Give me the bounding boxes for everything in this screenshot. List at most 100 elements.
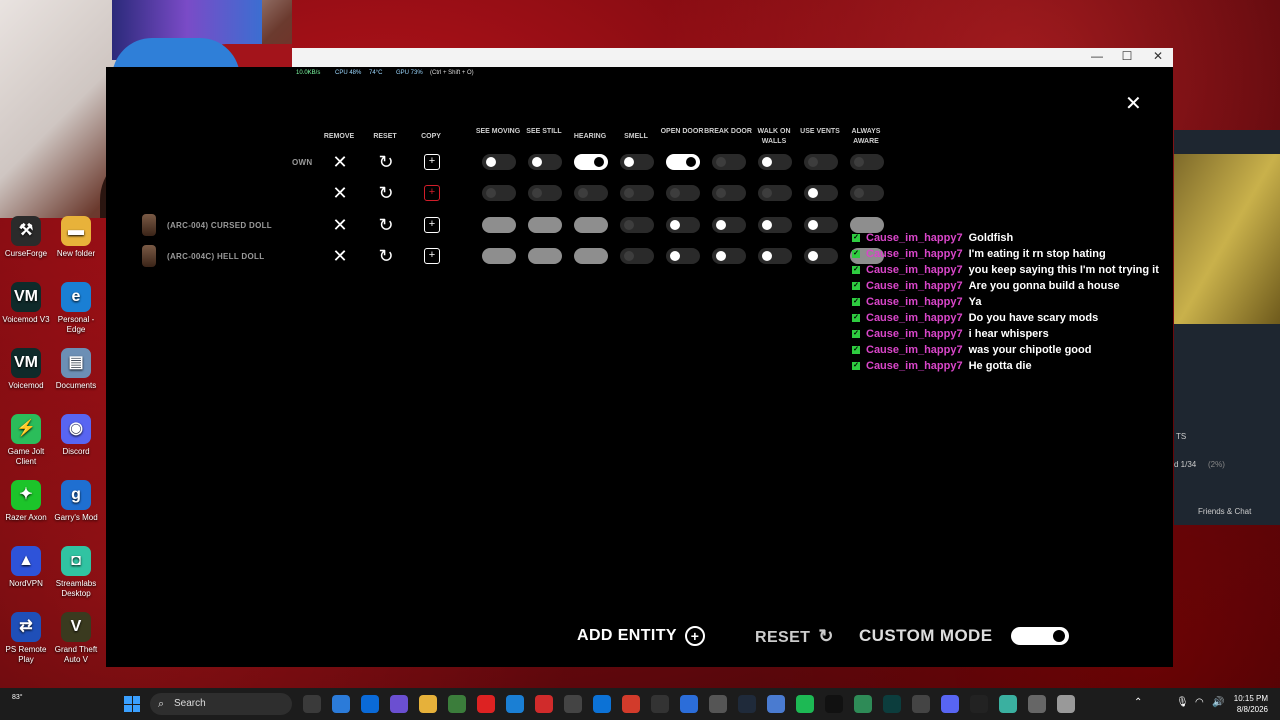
capability-toggle[interactable] (758, 154, 792, 170)
capability-toggle[interactable] (666, 217, 700, 233)
maximize-button[interactable]: ☐ (1112, 49, 1142, 63)
reset-entity-icon[interactable]: ↻ (374, 216, 398, 234)
taskbar-app-icon[interactable] (970, 695, 988, 713)
copy-entity-icon[interactable]: + (424, 154, 440, 170)
window-close-button[interactable]: ✕ (1143, 49, 1173, 63)
remove-entity-icon[interactable]: ✕ (328, 184, 352, 202)
taskbar-app-icon[interactable] (651, 695, 669, 713)
capability-toggle[interactable] (712, 248, 746, 264)
capability-toggle[interactable] (666, 154, 700, 170)
capability-toggle[interactable] (712, 217, 746, 233)
remove-entity-icon[interactable]: ✕ (328, 247, 352, 265)
taskbar-app-icon[interactable] (564, 695, 582, 713)
remove-entity-icon[interactable]: ✕ (328, 216, 352, 234)
taskbar-app-icon[interactable] (593, 695, 611, 713)
copy-entity-icon[interactable]: + (424, 217, 440, 233)
taskbar-app-icon[interactable] (854, 695, 872, 713)
wifi-icon[interactable]: ◠ (1195, 697, 1204, 708)
desktop-icon[interactable]: ◘ Streamlabs Desktop (50, 546, 102, 599)
capability-toggle[interactable] (804, 248, 838, 264)
volume-icon[interactable]: 🔊 (1212, 697, 1224, 708)
taskbar-app-icon[interactable] (709, 695, 727, 713)
capability-toggle[interactable] (712, 154, 746, 170)
taskbar-app-icon[interactable] (1057, 695, 1075, 713)
capability-toggle[interactable] (804, 217, 838, 233)
capability-toggle[interactable] (482, 185, 516, 201)
capability-toggle[interactable] (850, 154, 884, 170)
taskbar-app-icon[interactable] (535, 695, 553, 713)
capability-toggle[interactable] (574, 248, 608, 264)
capability-toggle[interactable] (528, 217, 562, 233)
mic-icon[interactable]: 🎙 (1176, 697, 1189, 708)
remove-entity-icon[interactable]: ✕ (328, 153, 352, 171)
taskbar-app-icon[interactable] (332, 695, 350, 713)
desktop-icon[interactable]: ▤ Documents (50, 348, 102, 391)
taskbar-search[interactable]: ⌕ Search (150, 693, 292, 715)
desktop-icon[interactable]: e Personal - Edge (50, 282, 102, 335)
desktop-icon[interactable]: ◉ Discord (50, 414, 102, 457)
reset-entity-icon[interactable]: ↻ (374, 247, 398, 265)
desktop-icon[interactable]: ▲ NordVPN (0, 546, 52, 589)
taskbar-app-icon[interactable] (448, 695, 466, 713)
capability-toggle[interactable] (666, 248, 700, 264)
taskbar-app-icon[interactable] (622, 695, 640, 713)
capability-toggle[interactable] (574, 185, 608, 201)
add-entity-button[interactable]: ADD ENTITY + (577, 626, 705, 646)
desktop-icon[interactable]: V Grand Theft Auto V (50, 612, 102, 665)
capability-toggle[interactable] (620, 248, 654, 264)
taskbar-app-icon[interactable] (1028, 695, 1046, 713)
capability-toggle[interactable] (758, 217, 792, 233)
desktop-icon[interactable]: ⇄ PS Remote Play (0, 612, 52, 665)
capability-toggle[interactable] (528, 185, 562, 201)
capability-toggle[interactable] (758, 185, 792, 201)
copy-entity-icon[interactable]: + (424, 185, 440, 201)
desktop-icon[interactable]: g Garry's Mod (50, 480, 102, 523)
desktop-icon[interactable]: VM Voicemod V3 (0, 282, 52, 325)
taskbar-app-icon[interactable] (825, 695, 843, 713)
taskbar-app-icon[interactable] (680, 695, 698, 713)
taskbar-app-icon[interactable] (999, 695, 1017, 713)
custom-mode-toggle[interactable] (1011, 627, 1069, 645)
capability-toggle[interactable] (666, 185, 700, 201)
taskbar-app-icon[interactable] (419, 695, 437, 713)
capability-toggle[interactable] (620, 217, 654, 233)
capability-toggle[interactable] (712, 185, 746, 201)
capability-toggle[interactable] (574, 217, 608, 233)
capability-toggle[interactable] (620, 154, 654, 170)
desktop-icon[interactable]: ▬ New folder (50, 216, 102, 259)
desktop-icon[interactable]: ✦ Razer Axon (0, 480, 52, 523)
reset-all-button[interactable]: RESET ↻ (755, 626, 834, 647)
taskbar-app-icon[interactable] (796, 695, 814, 713)
desktop-icon[interactable]: ⚒ CurseForge (0, 216, 52, 259)
capability-toggle[interactable] (482, 217, 516, 233)
taskbar-app-icon[interactable] (912, 695, 930, 713)
taskbar-app-icon[interactable] (738, 695, 756, 713)
capability-toggle[interactable] (804, 154, 838, 170)
copy-entity-icon[interactable]: + (424, 248, 440, 264)
taskbar-app-icon[interactable] (883, 695, 901, 713)
capability-toggle[interactable] (850, 185, 884, 201)
taskbar-app-icon[interactable] (390, 695, 408, 713)
desktop-icon[interactable]: ⚡ Game Jolt Client (0, 414, 52, 467)
capability-toggle[interactable] (482, 248, 516, 264)
weather-widget[interactable]: 83° (12, 694, 23, 701)
taskbar-app-icon[interactable] (361, 695, 379, 713)
capability-toggle[interactable] (574, 154, 608, 170)
desktop-icon[interactable]: VM Voicemod (0, 348, 52, 391)
tray-chevron-icon[interactable]: ⌃ (1134, 697, 1142, 708)
capability-toggle[interactable] (482, 154, 516, 170)
taskbar-app-icon[interactable] (767, 695, 785, 713)
start-button[interactable] (124, 696, 140, 712)
taskbar-app-icon[interactable] (506, 695, 524, 713)
friends-chat-link[interactable]: Friends & Chat (1198, 507, 1251, 516)
capability-toggle[interactable] (528, 248, 562, 264)
taskbar-app-icon[interactable] (303, 695, 321, 713)
clock[interactable]: 10:15 PM 8/8/2026 (1234, 693, 1268, 715)
minimize-button[interactable]: — (1082, 49, 1112, 63)
capability-toggle[interactable] (804, 185, 838, 201)
capability-toggle[interactable] (758, 248, 792, 264)
taskbar-app-icon[interactable] (941, 695, 959, 713)
reset-entity-icon[interactable]: ↻ (374, 184, 398, 202)
capability-toggle[interactable] (528, 154, 562, 170)
reset-entity-icon[interactable]: ↻ (374, 153, 398, 171)
